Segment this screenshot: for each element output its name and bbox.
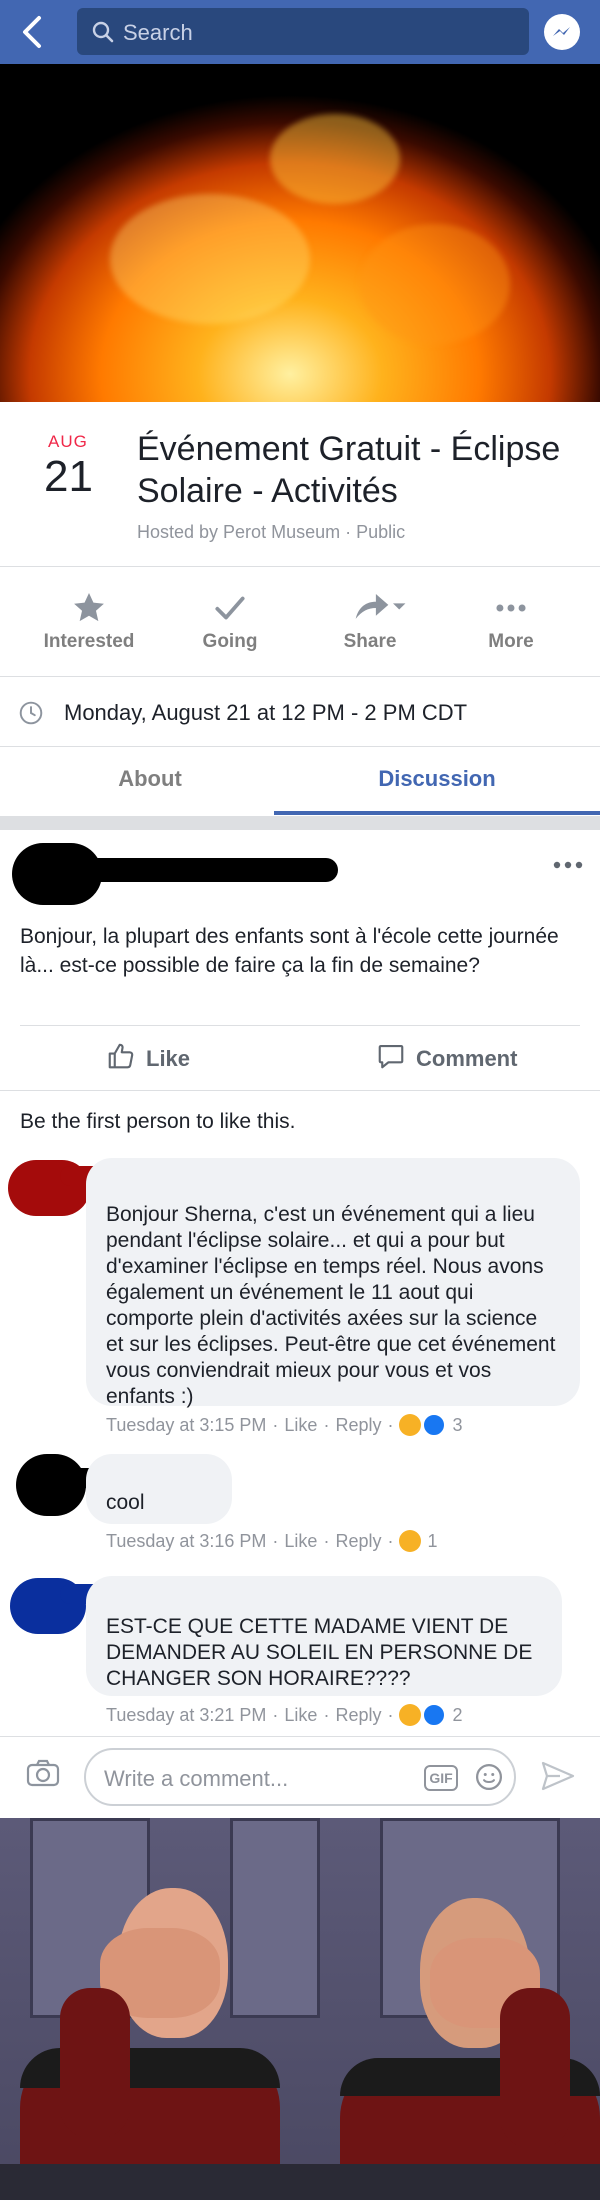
comment-bubble-icon (376, 1041, 406, 1077)
share-label: Share (343, 631, 397, 652)
search-placeholder: Search (123, 20, 193, 45)
comment-meta: Tuesday at 3:15 PM · Like · Reply · 3 (106, 1413, 463, 1437)
event-date-month: AUG (48, 432, 88, 451)
event-time: Monday, August 21 at 12 PM - 2 PM CDT (64, 700, 468, 725)
comment-time: Tuesday at 3:21 PM (106, 1704, 267, 1725)
more-label: More (488, 631, 534, 652)
like-reaction-icon (422, 1413, 447, 1437)
event-host[interactable]: Hosted by Perot Museum · Public (137, 522, 405, 543)
comment-reply-link[interactable]: Reply (335, 1531, 381, 1552)
post-options-icon[interactable] (552, 858, 584, 872)
comment-reply-link[interactable]: Reply (335, 1705, 381, 1726)
divider (0, 1090, 600, 1091)
emoji-icon[interactable] (474, 1762, 504, 1792)
event-title: Événement Gratuit - Éclipse Solaire - Ac… (137, 430, 561, 510)
comment-label: Comment (416, 1046, 518, 1071)
divider (0, 1736, 600, 1737)
redacted-author-name (70, 858, 338, 882)
like-button[interactable]: Like (106, 1026, 190, 1092)
haha-reaction-icon (399, 1414, 422, 1436)
section-separator (0, 816, 600, 830)
comment-bubble: cool (86, 1454, 232, 1524)
comment-composer: Write a comment... GIF (0, 1738, 600, 1818)
messenger-icon[interactable] (544, 14, 580, 50)
tab-discussion[interactable]: Discussion (274, 747, 600, 815)
camera-icon[interactable] (26, 1758, 60, 1788)
gif-icon[interactable]: GIF (424, 1765, 458, 1791)
haha-reaction-icon (399, 1704, 422, 1726)
divider (0, 566, 600, 567)
share-button[interactable]: Share (295, 575, 445, 675)
check-icon (211, 589, 249, 627)
event-tabs: About Discussion (0, 747, 600, 815)
comment-bubble: EST-CE QUE CETTE MADAME VIENT DE DEMANDE… (86, 1576, 562, 1696)
comment-time: Tuesday at 3:15 PM (106, 1414, 267, 1435)
reaction-count[interactable]: 2 (452, 1705, 462, 1726)
event-action-bar: Interested Going Share More (0, 575, 600, 675)
comment-like-link[interactable]: Like (284, 1531, 317, 1552)
event-time-row[interactable]: Monday, August 21 at 12 PM - 2 PM CDT (0, 680, 600, 744)
like-reaction-icon (422, 1703, 447, 1727)
star-icon (70, 589, 108, 627)
post-text: Bonjour, la plupart des enfants sont à l… (20, 925, 559, 977)
more-button[interactable]: More (436, 575, 586, 675)
reaction-count[interactable]: 1 (427, 1531, 437, 1552)
divider (0, 676, 600, 677)
comment-bubble: Bonjour Sherna, c'est un événement qui a… (86, 1158, 580, 1408)
comment-meta: Tuesday at 3:21 PM · Like · Reply · 2 (106, 1703, 463, 1727)
more-dots-icon (492, 589, 530, 627)
comment-input[interactable]: Write a comment... GIF (84, 1748, 516, 1806)
going-button[interactable]: Going (155, 575, 305, 675)
comment-reply-link[interactable]: Reply (335, 1415, 381, 1436)
haha-reaction-icon (399, 1530, 422, 1552)
comment-like-link[interactable]: Like (284, 1415, 317, 1436)
tab-about[interactable]: About (0, 747, 300, 815)
post-action-bar: Like Comment (0, 1026, 600, 1092)
comment-like-link[interactable]: Like (284, 1705, 317, 1726)
reaction-count[interactable]: 3 (452, 1415, 462, 1436)
back-arrow-icon[interactable] (14, 12, 54, 52)
event-date-day: 21 (44, 452, 93, 501)
interested-button[interactable]: Interested (14, 575, 164, 675)
search-input[interactable]: Search (77, 8, 529, 55)
thumbs-up-icon (106, 1041, 136, 1077)
comment-meta: Tuesday at 3:16 PM · Like · Reply · 1 (106, 1530, 438, 1552)
share-arrow-icon (351, 589, 406, 627)
top-navigation-bar: Search (0, 0, 600, 64)
comment-text: EST-CE QUE CETTE MADAME VIENT DE DEMANDE… (106, 1615, 533, 1690)
interested-label: Interested (43, 631, 135, 652)
send-icon[interactable] (540, 1760, 576, 1792)
search-icon (91, 20, 115, 44)
comment-button[interactable]: Comment (376, 1026, 517, 1092)
event-cover-image (0, 64, 600, 402)
like-label: Like (146, 1046, 191, 1071)
comment-text: cool (106, 1491, 145, 1514)
facepalm-meme-image (0, 1818, 600, 2200)
going-label: Going (202, 631, 258, 652)
clock-icon (18, 700, 44, 726)
likes-summary: Be the first person to like this. (20, 1110, 296, 1133)
comment-time: Tuesday at 3:16 PM (106, 1530, 267, 1551)
comment-text: Bonjour Sherna, c'est un événement qui a… (106, 1203, 556, 1408)
comment-placeholder: Write a comment... (104, 1766, 289, 1791)
